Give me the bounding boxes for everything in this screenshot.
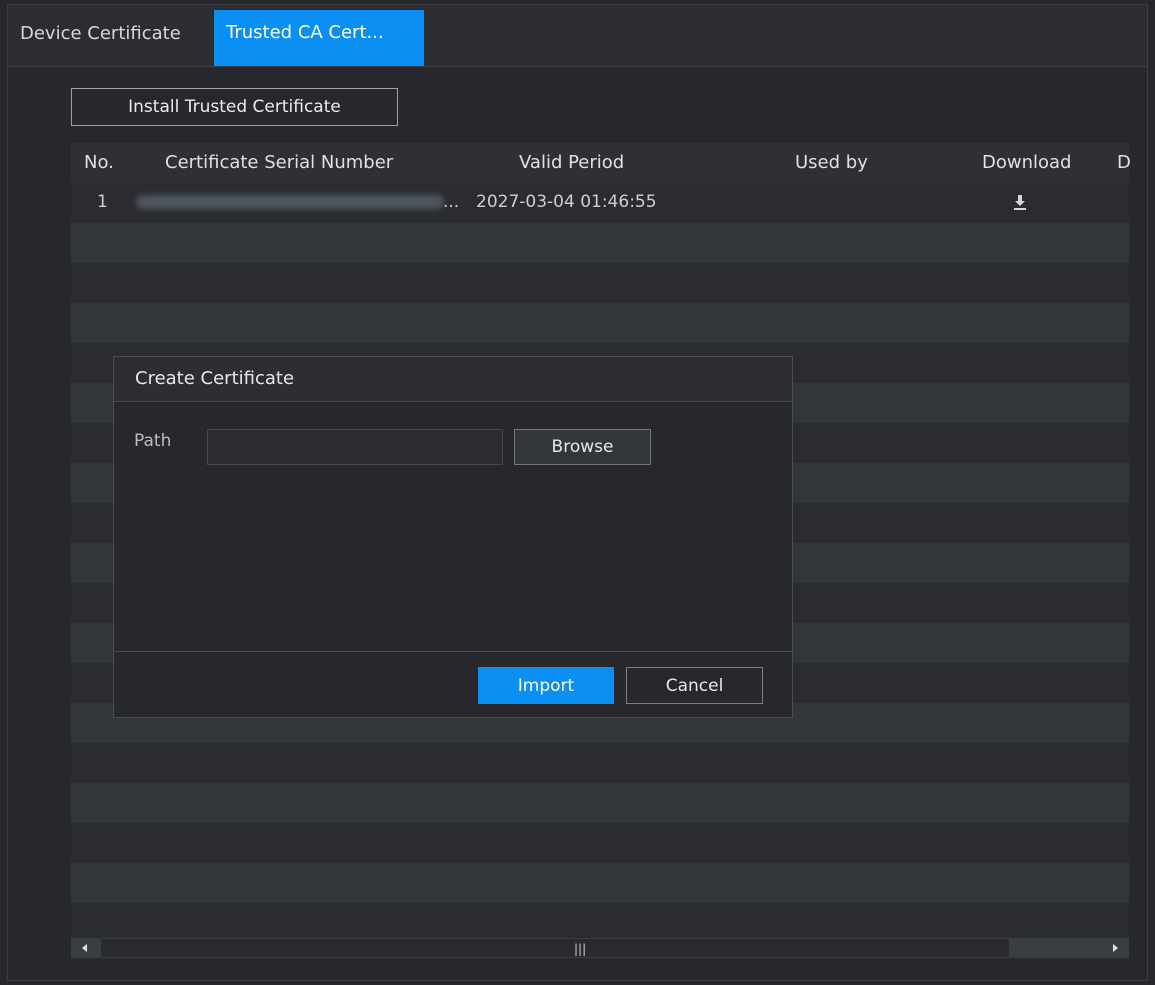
tab-trusted-ca-certificate[interactable]: Trusted CA Cert... [214,10,424,66]
install-trusted-certificate-button[interactable]: Install Trusted Certificate [71,88,398,126]
dialog-footer: Import Cancel [114,651,792,718]
table-row [71,903,1129,943]
import-button[interactable]: Import [478,667,614,704]
header-download: Download [982,152,1072,173]
create-certificate-dialog: Create Certificate Path Browse Import Ca… [113,356,793,718]
cell-serial-ellipsis: ... [443,192,460,212]
table-row[interactable]: 1 ... 2027-03-04 01:46:55 [71,183,1129,223]
horizontal-scrollbar[interactable]: ||| [71,938,1129,958]
scrollbar-grip: ||| [574,942,587,956]
header-used-by: Used by [795,152,868,173]
cancel-button[interactable]: Cancel [626,667,763,704]
scroll-right-icon[interactable] [1103,939,1127,957]
table-row [71,263,1129,303]
cell-valid-period: 2027-03-04 01:46:55 [476,192,657,212]
header-delete-truncated: D [1117,152,1131,173]
table-row [71,743,1129,783]
table-row [71,823,1129,863]
table-header: No. Certificate Serial Number Valid Peri… [71,143,1131,183]
tab-device-certificate[interactable]: Device Certificate [20,11,216,66]
header-serial-number: Certificate Serial Number [165,152,394,173]
scrollbar-thumb[interactable]: ||| [101,939,1009,957]
table-row [71,303,1129,343]
table-row [71,863,1129,903]
serial-redacted [136,195,444,209]
path-label: Path [134,431,172,451]
header-valid-period: Valid Period [519,152,625,173]
dialog-title: Create Certificate [135,368,295,389]
tab-bar: Device Certificate Trusted CA Cert... [8,5,1147,67]
header-no: No. [84,152,114,173]
table-row [71,223,1129,263]
cell-no: 1 [97,192,108,212]
browse-button[interactable]: Browse [514,429,651,465]
scroll-left-icon[interactable] [73,939,97,957]
table-row [71,783,1129,823]
dialog-header: Create Certificate [114,357,792,402]
download-icon[interactable] [1012,193,1028,211]
path-input[interactable] [207,429,503,465]
